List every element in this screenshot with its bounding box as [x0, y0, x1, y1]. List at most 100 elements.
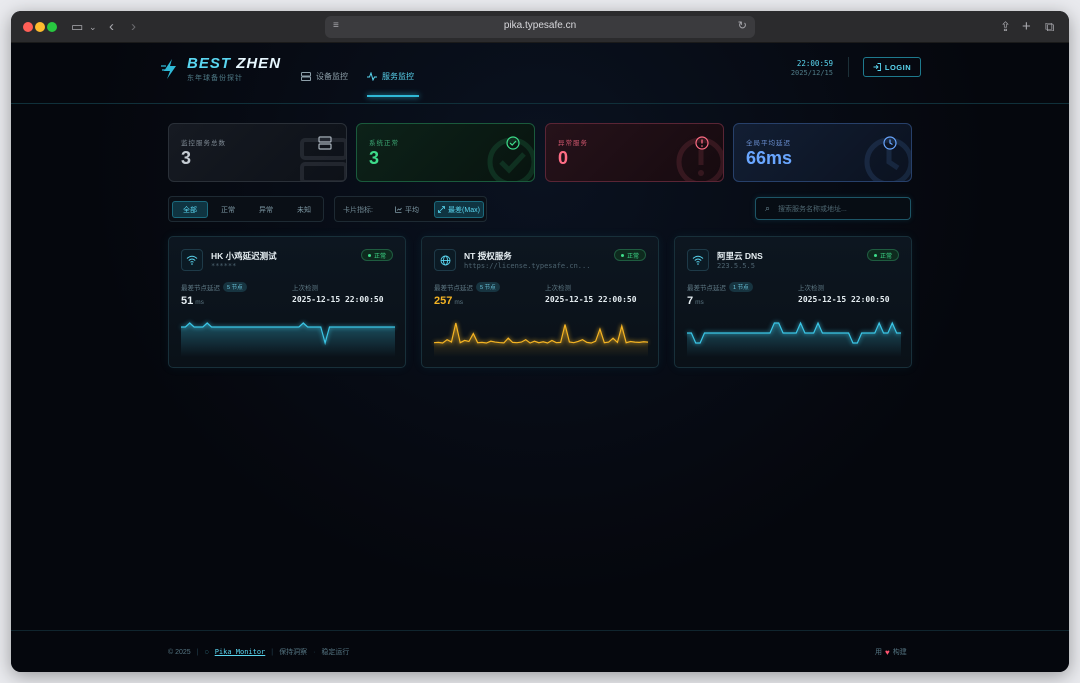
service-card-hk[interactable]: HK 小鸡延迟测试 ****** 正常 最差节点延迟 5 节点 51 ms 上次检测…	[168, 236, 406, 368]
stat-system-normal: 系统正常 3	[356, 123, 535, 182]
activity-icon	[367, 72, 377, 81]
latency-label-row: 最差节点延迟 1 节点	[687, 282, 753, 292]
search-input[interactable]	[778, 202, 904, 216]
status-filter-group: 全部 正常 异常 未知	[168, 196, 324, 222]
reload-icon[interactable]: ↻	[738, 19, 747, 32]
status-dot	[367, 253, 371, 257]
app-footer: © 2025 | ◌ Pika Monitor | 保持洞察 · 稳定运行 用 …	[11, 630, 1069, 672]
alert-background-icon	[676, 137, 723, 181]
close-window-button[interactable]	[23, 22, 33, 32]
sparkline-line	[433, 322, 649, 344]
latency-unit: ms	[695, 299, 704, 306]
sparkline-area	[181, 323, 395, 357]
latency-unit: ms	[195, 299, 204, 306]
footer-copyright: © 2025	[168, 648, 191, 656]
latency-value-row: 7 ms	[687, 295, 704, 307]
forward-icon[interactable]: ›	[131, 18, 136, 36]
metric-max-button[interactable]: 最差(Max)	[434, 201, 484, 218]
service-name: HK 小鸡延迟测试	[211, 251, 277, 261]
service-card-nt[interactable]: NT 授权服务 https://license.typesafe.cn... 正…	[421, 236, 659, 368]
latency-sparkline	[433, 322, 649, 357]
last-check-time: 2025-12-15 22:00:50	[798, 295, 890, 304]
login-icon	[873, 63, 881, 71]
sidebar-icon[interactable]: ▭	[71, 18, 83, 36]
footer-separator: |	[196, 648, 199, 656]
github-icon: ◌	[204, 648, 209, 656]
card-metric-label: 卡片指标:	[343, 207, 373, 214]
nav-service-monitor[interactable]: 服务监控	[367, 71, 414, 82]
service-card-aliyun-dns[interactable]: 阿里云 DNS 223.5.5.5 正常 最差节点延迟 1 节点 7 ms 上次检测…	[674, 236, 912, 368]
url-text: pika.typesafe.cn	[503, 20, 577, 31]
filter-unknown[interactable]: 未知	[286, 201, 322, 218]
last-check-label: 上次检测	[545, 285, 571, 292]
clock-time: 22:00:59	[796, 59, 833, 68]
footer-brand-link[interactable]: Pika Monitor	[215, 648, 266, 656]
stat-value: 0	[558, 148, 569, 168]
footer-separator: |	[271, 648, 274, 656]
metric-average-label: 平均	[405, 206, 419, 214]
login-button[interactable]: LOGIN	[863, 57, 921, 77]
logo-subtitle: 东年球备份探针	[187, 75, 243, 82]
search-box[interactable]: ⌕	[755, 197, 911, 220]
maximize-window-button[interactable]	[47, 22, 57, 32]
chart-icon	[395, 206, 402, 213]
last-check-label: 上次检测	[292, 285, 318, 292]
stat-value: 3	[181, 148, 192, 168]
last-check-time: 2025-12-15 22:00:50	[545, 295, 637, 304]
nav-device-monitor[interactable]: 设备监控	[301, 71, 348, 82]
node-count-badge: 5 节点	[476, 282, 500, 292]
status-dot	[873, 253, 877, 257]
clock-date: 2025/12/15	[790, 69, 833, 77]
stat-total-services: 监控服务总数 3	[168, 123, 347, 182]
latency-sparkline	[181, 322, 395, 357]
metric-average-button[interactable]: 平均	[390, 201, 424, 218]
status-badge-label: 正常	[626, 253, 639, 260]
latency-label: 最差节点延迟	[434, 285, 473, 292]
stat-value: 3	[369, 148, 380, 168]
minimize-window-button[interactable]	[35, 22, 45, 32]
share-icon[interactable]: ⇪	[1000, 18, 1011, 36]
latency-value-row: 257 ms	[434, 295, 463, 307]
stat-abnormal-services: 异常服务 0	[545, 123, 724, 182]
address-bar[interactable]: ≡ pika.typesafe.cn ↻	[325, 16, 755, 38]
browser-toolbar: ▭ ⌄ ‹ › ≡ pika.typesafe.cn ↻ ⇪ + ⧉	[11, 11, 1069, 43]
latency-label-row: 最差节点延迟 5 节点	[434, 282, 500, 292]
heart-icon: ♥	[885, 647, 890, 657]
service-name: NT 授权服务	[464, 251, 512, 261]
stat-label: 系统正常	[369, 140, 399, 147]
sparkline-area	[687, 323, 901, 357]
latency-label: 最差节点延迟	[687, 285, 726, 292]
new-tab-icon[interactable]: +	[1022, 18, 1031, 36]
latency-sparkline	[687, 321, 901, 357]
node-count-badge: 1 节点	[729, 282, 753, 292]
expand-icon	[438, 206, 445, 213]
stat-label: 监控服务总数	[181, 140, 226, 147]
app-root: BEST ZHEN 东年球备份探针 设备监控 服务监控 22:00:59 202…	[11, 43, 1069, 672]
filter-all[interactable]: 全部	[172, 201, 208, 218]
service-address: 223.5.5.5	[717, 262, 755, 270]
bolt-logo-icon	[161, 59, 176, 79]
globe-icon	[434, 249, 456, 271]
latency-label: 最差节点延迟	[181, 285, 220, 292]
logo-title[interactable]: BEST ZHEN	[187, 55, 281, 72]
filter-abnormal[interactable]: 异常	[248, 201, 284, 218]
latency-value: 7	[687, 295, 694, 307]
status-badge: 正常	[866, 249, 899, 261]
back-icon[interactable]: ‹	[109, 18, 114, 36]
logo-title-part2: ZHEN	[236, 55, 282, 72]
chevron-down-icon[interactable]: ⌄	[89, 18, 97, 36]
metric-max-label: 最差(Max)	[448, 206, 480, 214]
footer-tagline-1: 保持洞察	[279, 649, 308, 656]
status-badge: 正常	[613, 249, 646, 261]
nav-service-monitor-label: 服务监控	[382, 72, 414, 81]
app-header: BEST ZHEN 东年球备份探针 设备监控 服务监控 22:00:59 202…	[11, 43, 1069, 104]
header-divider	[848, 57, 849, 77]
filter-normal[interactable]: 正常	[210, 201, 246, 218]
latency-value-row: 51 ms	[181, 295, 204, 307]
status-badge: 正常	[360, 249, 393, 261]
tab-overview-icon[interactable]: ⧉	[1045, 18, 1054, 36]
nav-device-monitor-label: 设备监控	[316, 72, 348, 81]
status-dot	[620, 253, 624, 257]
status-badge-label: 正常	[879, 253, 892, 260]
last-check-time: 2025-12-15 22:00:50	[292, 295, 384, 304]
